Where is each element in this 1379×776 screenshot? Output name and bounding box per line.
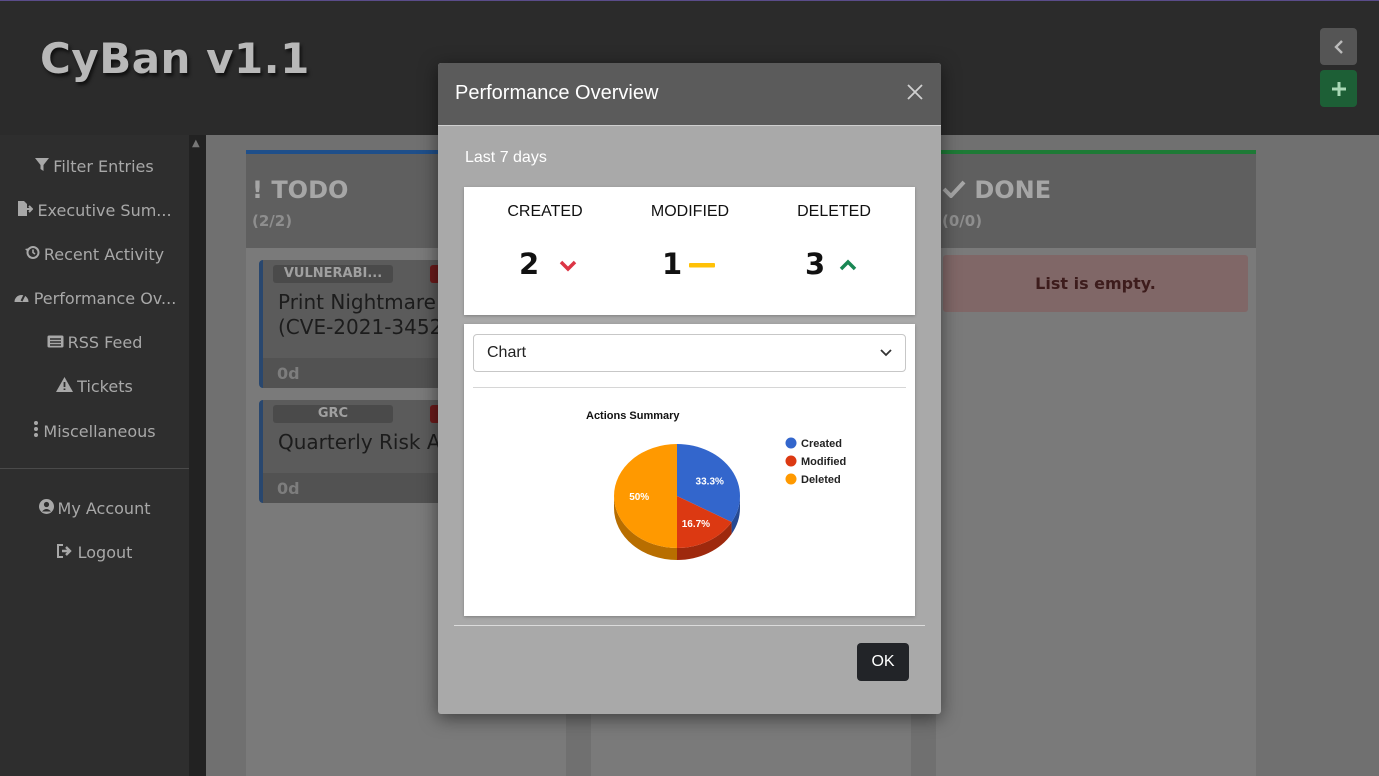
export-file-icon [17, 201, 34, 220]
card-print-nightmare[interactable]: VULNERABI... Print Nightmare (CVE-2021-3… [259, 260, 459, 388]
chevron-left-icon [1333, 39, 1343, 54]
dash-icon [689, 263, 715, 268]
user-circle-icon [38, 499, 54, 518]
sidebar-item-logout[interactable]: Logout [0, 543, 189, 562]
chevron-down-icon [880, 349, 892, 357]
pie-percent-label: 33.3% [696, 476, 724, 487]
view-select[interactable]: Chart [473, 334, 906, 372]
modal-title: Performance Overview [455, 82, 659, 104]
plus-icon [1331, 81, 1346, 96]
column-done: DONE (0/0) List is empty. [936, 150, 1256, 776]
sidebar-item-label: RSS Feed [67, 333, 143, 352]
ok-button[interactable]: OK [857, 643, 909, 681]
sidebar-divider [0, 468, 189, 469]
gauge-icon [13, 290, 30, 308]
legend-label-deleted: Deleted [801, 474, 841, 486]
sidebar-item-label: Recent Activity [43, 245, 165, 264]
sidebar-item-label: Miscellaneous [43, 422, 156, 441]
close-icon [907, 84, 923, 100]
chart-title: Actions Summary [586, 410, 680, 422]
chart-legend: Created Modified Deleted [785, 437, 846, 486]
top-accent-line [0, 0, 1379, 1]
actions-summary-chart: Actions Summary 33.3% 16.7% 50% Created Mod… [586, 410, 846, 560]
chevron-up-icon [839, 259, 857, 271]
chart-panel: Chart Actions Summary 33.3% 16.7% 50% Crea… [464, 324, 915, 616]
column-count: (0/0) [942, 212, 983, 230]
sidebar-item-label: Performance Ov... [33, 289, 177, 308]
filter-icon [35, 158, 50, 176]
legend-label-created: Created [801, 438, 842, 450]
stat-label: CREATED [507, 203, 583, 220]
sidebar-item-filter-entries[interactable]: Filter Entries [0, 157, 189, 176]
legend-marker-deleted [785, 473, 797, 485]
sidebar-item-recent-activity[interactable]: Recent Activity [0, 245, 189, 264]
card-age: 0d [277, 364, 300, 383]
sidebar-scrollbar[interactable]: ▲ [189, 135, 206, 776]
sidebar: Filter Entries Executive Sum... Recent A… [0, 135, 189, 776]
history-icon [24, 245, 40, 264]
legend-label-modified: Modified [801, 456, 846, 468]
collapse-button[interactable] [1320, 28, 1357, 65]
close-button[interactable] [904, 83, 926, 105]
check-icon [942, 176, 974, 204]
sidebar-item-label: Executive Sum... [37, 201, 172, 220]
pie-group: 33.3% 16.7% 50% [614, 444, 740, 560]
card-tag: GRC [273, 405, 393, 423]
sidebar-item-miscellaneous[interactable]: Miscellaneous [0, 421, 189, 441]
add-entry-button[interactable] [1320, 70, 1357, 107]
legend-marker-created [785, 437, 797, 449]
stat-modified: MODIFIED 1 [615, 187, 765, 315]
chevron-down-icon [559, 260, 577, 272]
warning-icon [56, 377, 74, 396]
exclamation-icon: ! [252, 176, 263, 204]
card-quarterly-risk[interactable]: GRC Quarterly Risk A 0d [259, 400, 459, 503]
sidebar-item-label: Logout [77, 543, 133, 562]
sidebar-item-label: Filter Entries [53, 157, 154, 176]
view-select-value: Chart [487, 344, 527, 361]
stats-panel: CREATED 2 MODIFIED 1 DELETED 3 [464, 187, 915, 315]
sidebar-item-performance-overview[interactable]: Performance Ov... [0, 289, 189, 308]
newspaper-icon [47, 334, 64, 352]
legend-marker-modified [785, 455, 797, 467]
stat-deleted: DELETED 3 [759, 187, 909, 315]
column-count: (2/2) [252, 212, 293, 230]
modal-footer-divider [454, 625, 925, 626]
column-accent-bar [936, 150, 1256, 154]
pie-percent-label: 50% [629, 492, 649, 503]
column-header: DONE (0/0) [936, 150, 1256, 248]
sidebar-item-tickets[interactable]: Tickets [0, 377, 189, 396]
sidebar-item-label: My Account [57, 499, 151, 518]
sidebar-item-my-account[interactable]: My Account [0, 499, 189, 518]
stat-label: MODIFIED [650, 203, 730, 220]
sign-out-icon [56, 544, 74, 562]
card-title: Quarterly Risk A [278, 430, 441, 454]
stat-value: 1 [662, 247, 683, 281]
stat-label: DELETED [797, 203, 871, 220]
scroll-up-arrow-icon[interactable]: ▲ [192, 138, 200, 149]
ellipsis-vertical-icon [33, 421, 39, 441]
sidebar-item-label: Tickets [77, 377, 133, 396]
card-title: Print Nightmare (CVE-2021-34527 [278, 290, 456, 339]
stat-value: 2 [519, 247, 540, 281]
stat-value: 3 [805, 247, 826, 281]
pie-percent-label: 16.7% [682, 519, 710, 530]
panel-divider [473, 387, 906, 388]
empty-list-message: List is empty. [943, 255, 1248, 312]
sidebar-item-rss-feed[interactable]: RSS Feed [0, 333, 189, 352]
sidebar-item-executive-summary[interactable]: Executive Sum... [0, 201, 189, 220]
stat-created: CREATED 2 [470, 187, 620, 315]
modal-header: Performance Overview [438, 63, 941, 126]
card-age: 0d [277, 479, 300, 498]
column-title: DONE [942, 176, 1051, 204]
period-label: Last 7 days [465, 149, 547, 166]
column-title: ! TODO [252, 176, 349, 204]
app-title: CyBan v1.1 [40, 34, 310, 83]
card-tag: VULNERABI... [273, 265, 393, 283]
performance-overview-modal: Performance Overview Last 7 days CREATED… [438, 63, 941, 714]
